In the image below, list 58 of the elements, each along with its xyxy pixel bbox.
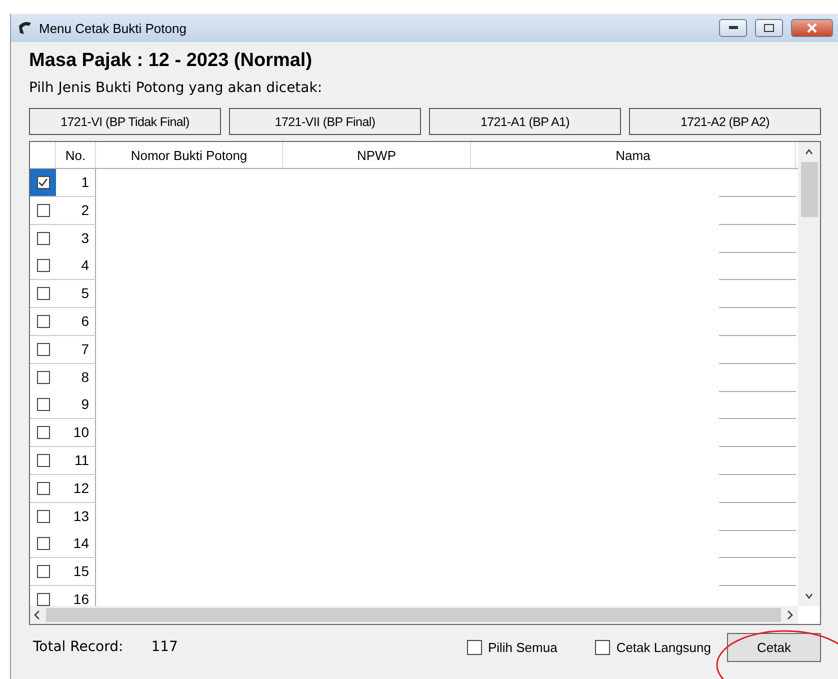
scrollbar-thumb[interactable]: [46, 608, 781, 622]
instruction-text: Pilh Jenis Bukti Potong yang akan dicetak:: [29, 80, 324, 96]
row-checkbox[interactable]: [36, 537, 50, 550]
form-type-button[interactable]: 1721-VI (BP Tidak Final): [29, 108, 221, 135]
row-checkbox[interactable]: [36, 232, 50, 245]
form-type-button[interactable]: 1721-A1 (BP A1): [429, 108, 621, 135]
row-number: 10: [56, 419, 96, 448]
close-icon: [807, 23, 817, 33]
row-number: 9: [56, 391, 96, 420]
option-checkbox[interactable]: [466, 640, 482, 654]
option-checkbox[interactable]: [595, 640, 610, 654]
row-checkbox[interactable]: [36, 314, 50, 328]
minimize-icon: [728, 26, 738, 30]
row-checkbox[interactable]: [36, 259, 50, 272]
row-number: 15: [56, 558, 96, 586]
app-icon: [17, 20, 33, 36]
total-record-value: 117: [151, 639, 179, 655]
row-checkbox[interactable]: [36, 454, 50, 467]
row-number: 11: [56, 446, 96, 475]
window-title: Menu Cetak Bukti Potong: [39, 20, 188, 36]
row-number: 2: [56, 196, 96, 225]
checkmark-icon: [38, 178, 48, 187]
scrollbar-thumb[interactable]: [800, 162, 818, 217]
row-checkbox[interactable]: [36, 398, 50, 412]
row-number: 12: [56, 474, 96, 503]
column-header[interactable]: Nama: [471, 142, 796, 168]
row-number: 7: [56, 336, 96, 364]
total-record-label: Total Record:: [33, 639, 124, 655]
column-header[interactable]: Nomor Bukti Potong: [96, 142, 283, 168]
row-number: 5: [56, 280, 96, 308]
row-checkbox[interactable]: [36, 204, 50, 217]
column-header[interactable]: NPWP: [283, 142, 471, 168]
form-type-button[interactable]: 1721-A2 (BP A2): [629, 108, 821, 135]
row-checkbox[interactable]: [36, 370, 50, 384]
horizontal-scrollbar[interactable]: [30, 606, 798, 624]
form-type-button[interactable]: 1721-VII (BP Final): [229, 108, 421, 135]
row-checkbox[interactable]: [36, 287, 50, 300]
print-button[interactable]: Cetak: [727, 632, 821, 662]
period-heading: Masa Pajak : 12 - 2023 (Normal): [29, 50, 314, 72]
option-label: Cetak Langsung: [616, 640, 711, 654]
row-checkbox[interactable]: [36, 176, 50, 189]
row-checkbox[interactable]: [36, 426, 50, 440]
row-number: 4: [56, 252, 96, 280]
row-checkbox[interactable]: [36, 592, 50, 606]
row-number: 6: [56, 308, 96, 336]
maximize-button[interactable]: [755, 19, 783, 37]
row-checkbox[interactable]: [36, 565, 50, 578]
row-checkbox[interactable]: [36, 342, 50, 356]
maximize-icon: [764, 24, 774, 32]
row-checkbox[interactable]: [36, 482, 50, 495]
column-header[interactable]: No.: [56, 142, 96, 168]
row-checkbox[interactable]: [36, 510, 50, 523]
option-label: Pilih Semua: [488, 640, 558, 654]
vertical-scrollbar[interactable]: [798, 142, 820, 606]
row-number: 14: [56, 530, 96, 558]
close-button[interactable]: [791, 19, 833, 37]
row-number: 1: [56, 169, 96, 197]
minimize-button[interactable]: [719, 19, 747, 37]
